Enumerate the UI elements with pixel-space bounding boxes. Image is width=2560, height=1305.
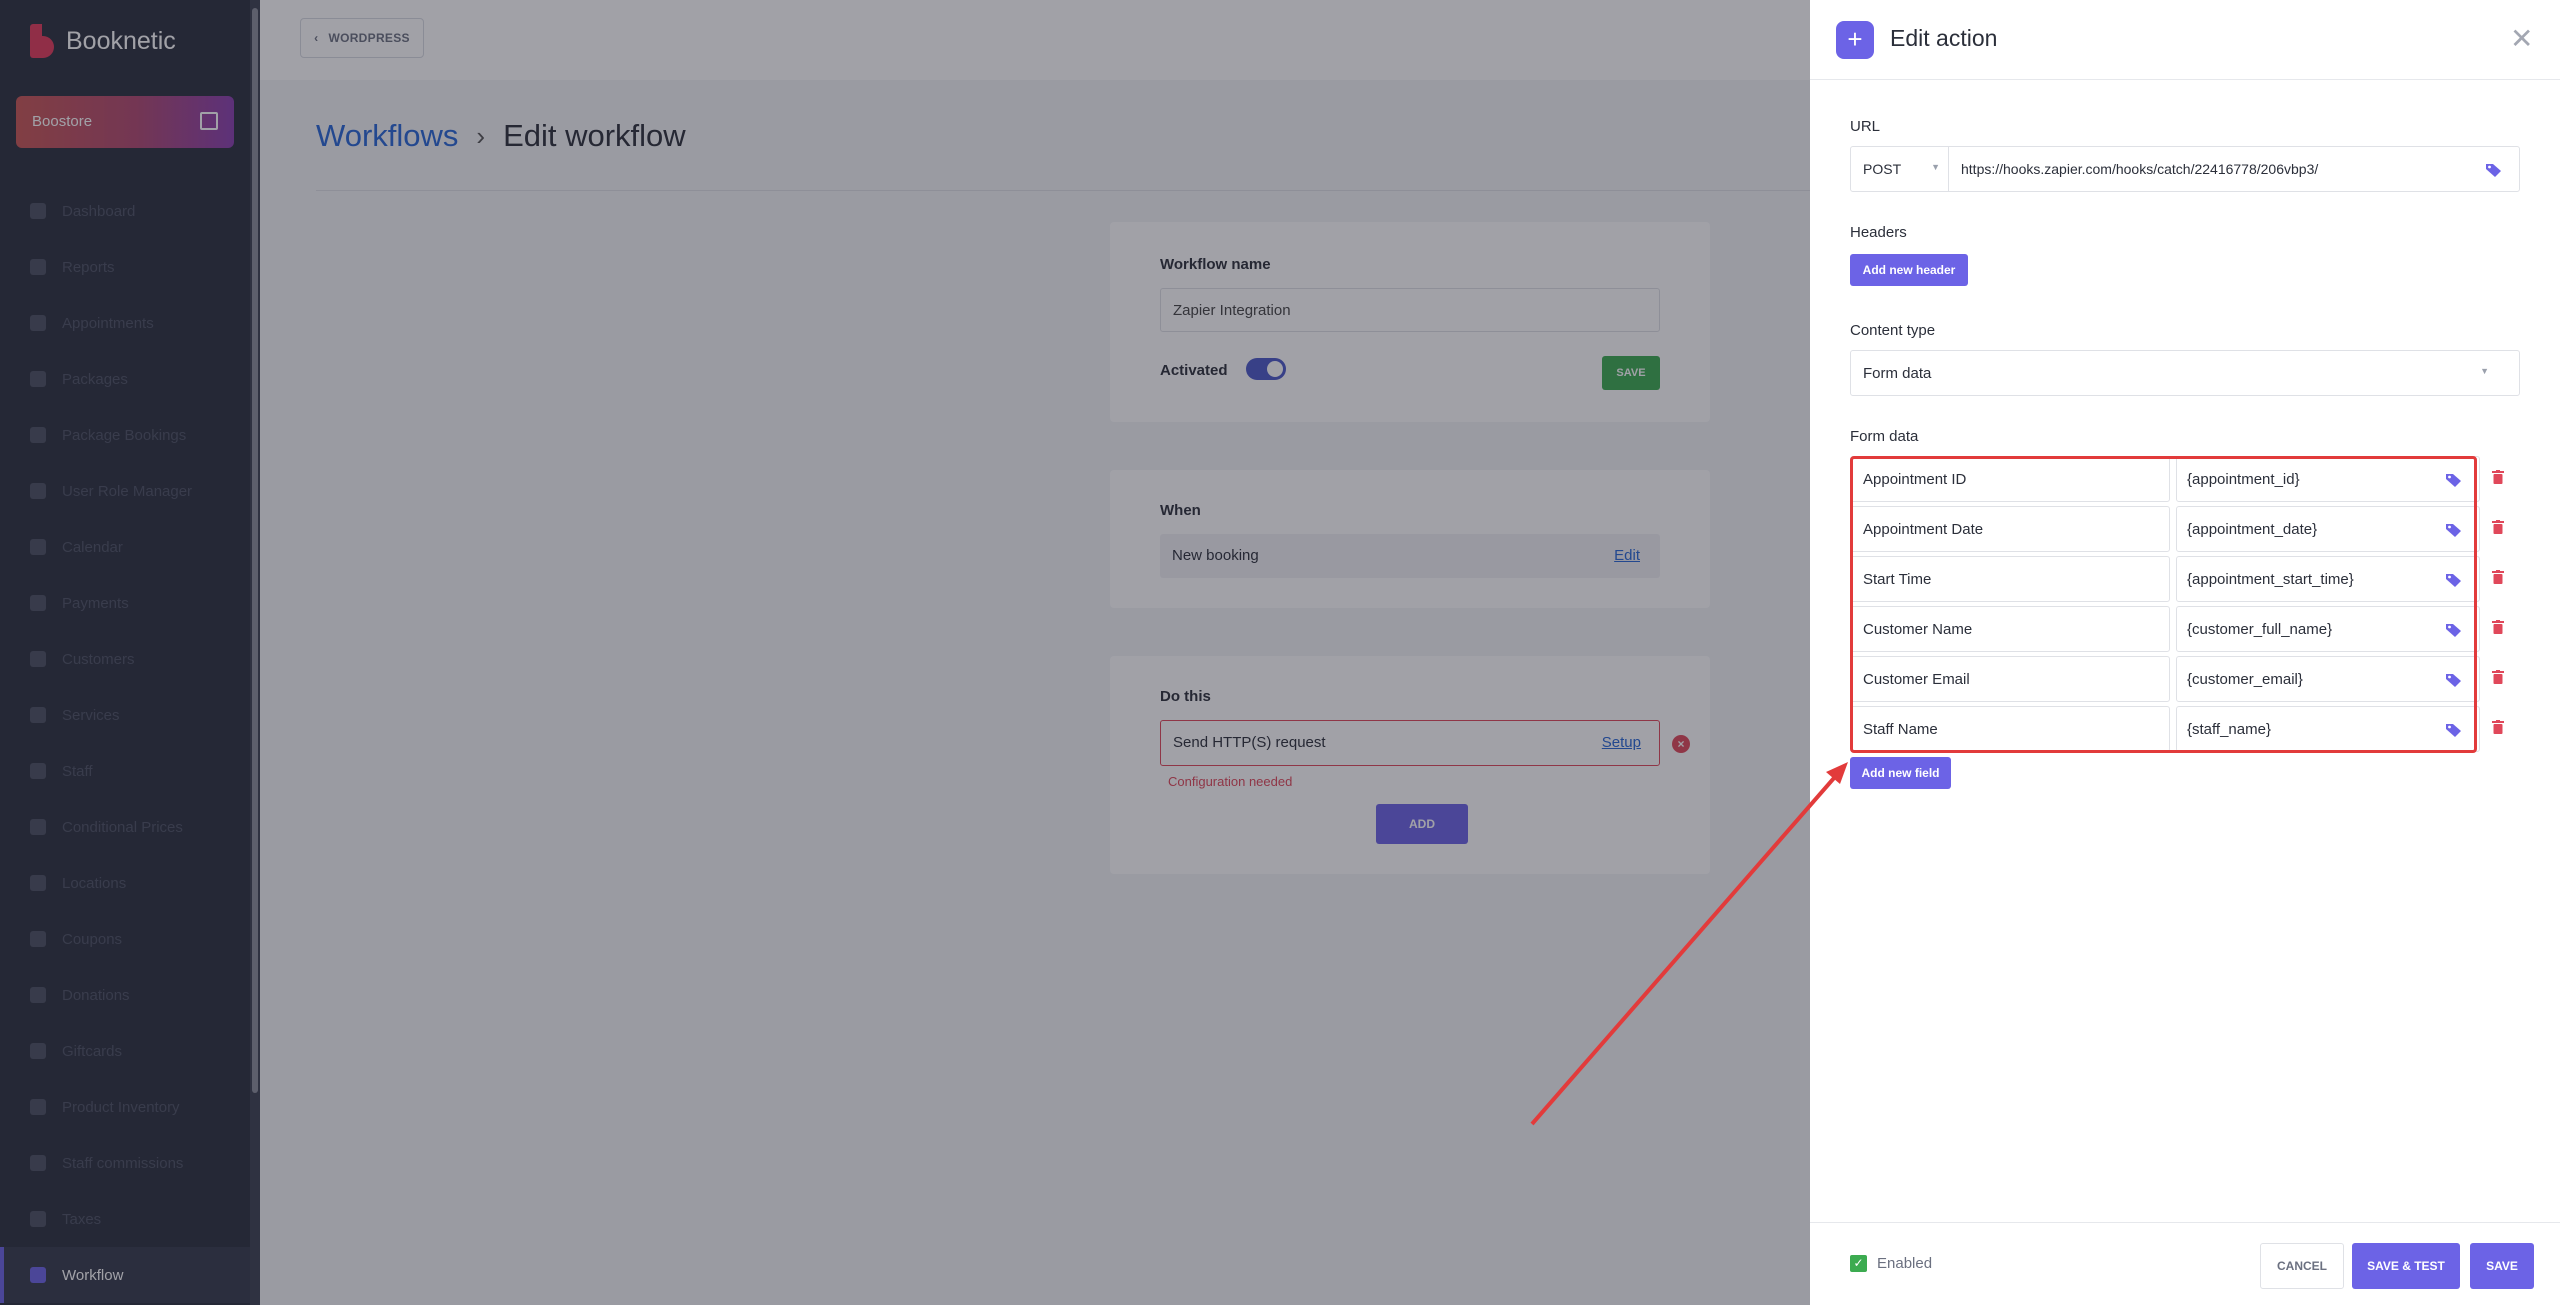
panel-header: + Edit action ✕ xyxy=(1810,0,2560,80)
add-new-header-button[interactable]: Add new header xyxy=(1850,254,1968,286)
http-method-value: POST xyxy=(1863,161,1902,177)
trash-icon[interactable] xyxy=(2492,570,2504,584)
content-type-value: Form data xyxy=(1863,365,1932,382)
url-field: POST ▼ https://hooks.zapier.com/hooks/ca… xyxy=(1850,146,2520,192)
trash-icon[interactable] xyxy=(2492,520,2504,534)
enabled-label: Enabled xyxy=(1877,1255,1933,1272)
panel-footer: ✓ Enabled CANCEL SAVE & TEST SAVE xyxy=(1810,1222,2560,1305)
caret-down-icon: ▼ xyxy=(2480,366,2489,376)
trash-icon[interactable] xyxy=(2492,620,2504,634)
cancel-button[interactable]: CANCEL xyxy=(2260,1243,2344,1289)
panel-title: Edit action xyxy=(1890,25,1998,51)
http-method-select[interactable]: POST ▼ xyxy=(1851,147,1949,191)
trash-icon[interactable] xyxy=(2492,720,2504,734)
form-data-label: Form data xyxy=(1850,428,1919,445)
headers-label: Headers xyxy=(1850,224,1907,241)
trash-icon[interactable] xyxy=(2492,470,2504,484)
caret-down-icon: ▼ xyxy=(1931,162,1940,172)
plus-icon: + xyxy=(1836,21,1874,59)
url-label: URL xyxy=(1850,118,1881,135)
save-and-test-button[interactable]: SAVE & TEST xyxy=(2352,1243,2460,1289)
add-new-field-button[interactable]: Add new field xyxy=(1850,757,1951,789)
annotation-highlight-box xyxy=(1850,456,2477,753)
modal-backdrop[interactable] xyxy=(0,0,1810,1305)
url-input[interactable]: https://hooks.zapier.com/hooks/catch/224… xyxy=(1961,161,2318,177)
close-icon[interactable]: ✕ xyxy=(2510,22,2533,55)
save-action-button[interactable]: SAVE xyxy=(2470,1243,2534,1289)
content-type-label: Content type xyxy=(1850,322,1936,339)
tag-icon[interactable] xyxy=(2485,162,2503,178)
content-type-select[interactable]: Form data ▼ xyxy=(1850,350,2520,396)
enabled-checkbox[interactable]: ✓ xyxy=(1850,1255,1867,1272)
trash-icon[interactable] xyxy=(2492,670,2504,684)
